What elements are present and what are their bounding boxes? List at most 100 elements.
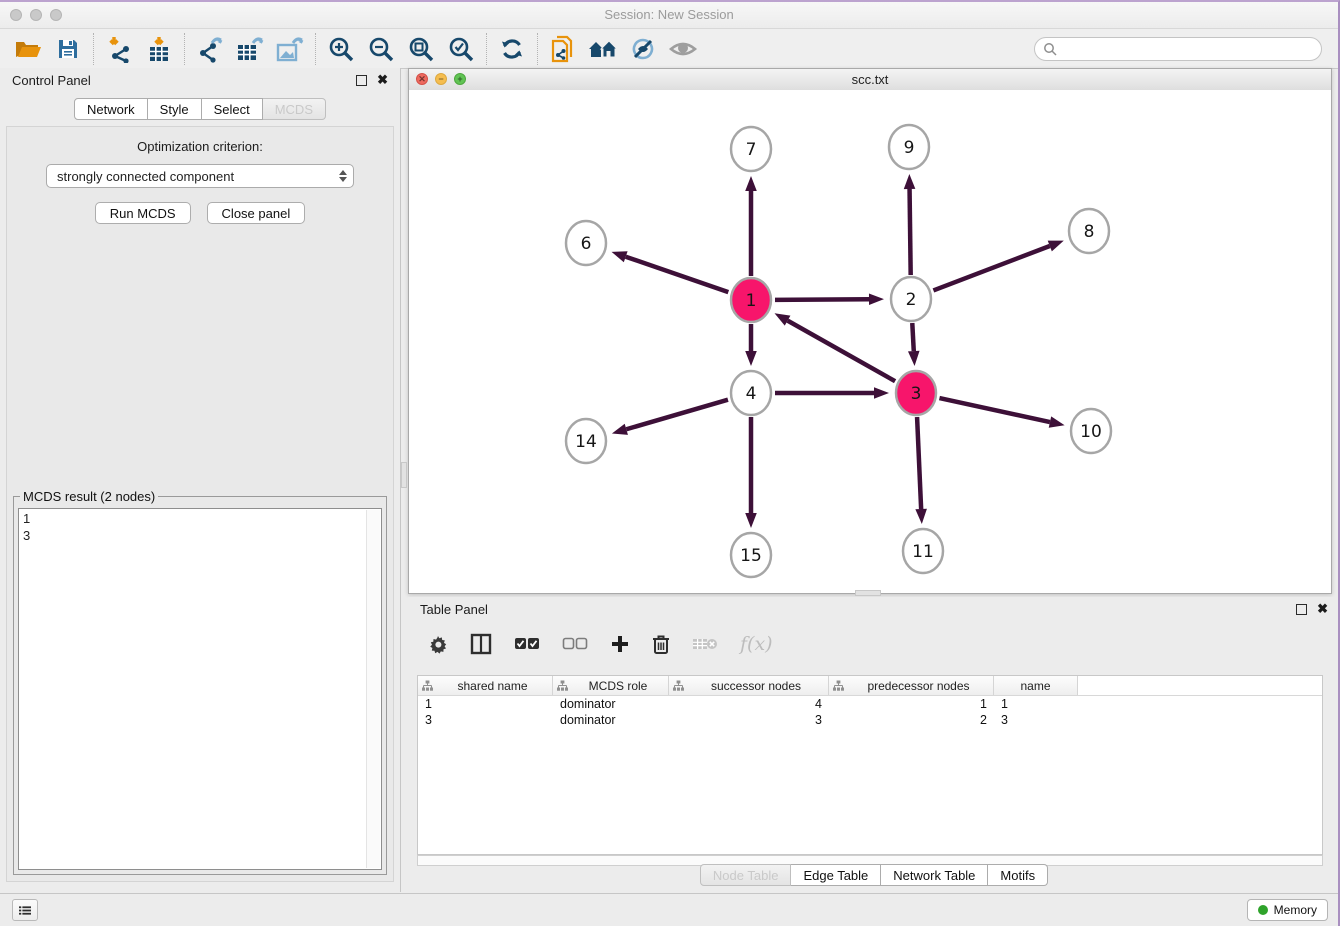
- deselect-all-button[interactable]: [562, 637, 588, 651]
- close-panel-button[interactable]: Close panel: [207, 202, 306, 224]
- tab-motifs[interactable]: Motifs: [988, 864, 1048, 886]
- table-cell[interactable]: 2: [829, 712, 994, 728]
- edge-2-9[interactable]: [904, 174, 916, 275]
- table-cell[interactable]: 1: [418, 696, 553, 712]
- graph-node-10[interactable]: 10: [1071, 409, 1111, 453]
- zoom-fit-button[interactable]: [401, 32, 441, 66]
- graph-node-8[interactable]: 8: [1069, 209, 1109, 253]
- table-row[interactable]: 3dominator323: [418, 712, 1322, 728]
- network-document-icon: [549, 34, 577, 64]
- close-panel-icon[interactable]: ✖: [377, 74, 388, 86]
- graph-node-4[interactable]: 4: [731, 371, 771, 415]
- session-title: Session: New Session: [0, 7, 1338, 22]
- table-cell[interactable]: 3: [418, 712, 553, 728]
- task-history-button[interactable]: [12, 899, 38, 921]
- import-network-button[interactable]: [99, 32, 139, 66]
- deselect-all-icon: [562, 637, 588, 651]
- tab-network-table[interactable]: Network Table: [881, 864, 988, 886]
- tab-edge-table[interactable]: Edge Table: [791, 864, 881, 886]
- edge-4-3[interactable]: [775, 387, 889, 399]
- show-column-button[interactable]: [470, 633, 492, 655]
- edge-2-8[interactable]: [933, 241, 1063, 291]
- import-table-button[interactable]: [139, 32, 179, 66]
- graph-node-9[interactable]: 9: [889, 125, 929, 169]
- search-input[interactable]: [1057, 41, 1313, 57]
- edge-1-7[interactable]: [745, 176, 757, 276]
- table-options-button[interactable]: [428, 634, 448, 654]
- edge-4-14[interactable]: [612, 400, 728, 435]
- vertical-split-handle[interactable]: [401, 462, 407, 488]
- graph-node-7[interactable]: 7: [731, 127, 771, 171]
- graph-node-1[interactable]: 1: [731, 278, 771, 322]
- tab-style[interactable]: Style: [148, 98, 202, 120]
- apply-layout-button[interactable]: [492, 32, 532, 66]
- column-header-successor-nodes[interactable]: successor nodes: [669, 676, 829, 695]
- save-session-button[interactable]: [48, 32, 88, 66]
- zoom-fit-icon: [407, 35, 435, 63]
- mcds-panel: Optimization criterion: strongly connect…: [6, 126, 394, 882]
- edge-3-1[interactable]: [775, 313, 896, 381]
- svg-text:2: 2: [906, 290, 917, 310]
- edge-1-2[interactable]: [775, 293, 884, 305]
- edge-2-3[interactable]: [908, 323, 920, 366]
- zoom-selected-button[interactable]: [441, 32, 481, 66]
- table-cell[interactable]: dominator: [553, 696, 669, 712]
- graph-node-6[interactable]: 6: [566, 221, 606, 265]
- svg-text:11: 11: [912, 542, 934, 562]
- run-mcds-button[interactable]: Run MCDS: [95, 202, 191, 224]
- tab-network[interactable]: Network: [74, 98, 148, 120]
- edge-3-10[interactable]: [939, 398, 1064, 428]
- graph-node-2[interactable]: 2: [891, 277, 931, 321]
- new-network-from-selection-button[interactable]: [543, 32, 583, 66]
- first-neighbors-button[interactable]: [583, 32, 623, 66]
- table-cell[interactable]: 3: [669, 712, 829, 728]
- table-cell[interactable]: 3: [994, 712, 1078, 728]
- edge-4-15[interactable]: [745, 417, 757, 528]
- edge-1-6[interactable]: [612, 251, 729, 292]
- add-row-button[interactable]: [610, 634, 630, 654]
- zoom-in-button[interactable]: [321, 32, 361, 66]
- result-scrollbar[interactable]: [366, 510, 380, 868]
- horizontal-split-handle[interactable]: [855, 590, 881, 596]
- table-cell[interactable]: dominator: [553, 712, 669, 728]
- column-header-shared-name[interactable]: shared name: [418, 676, 553, 695]
- export-image-button[interactable]: [270, 32, 310, 66]
- table-cell[interactable]: 1: [829, 696, 994, 712]
- hide-graphics-details-button[interactable]: [623, 32, 663, 66]
- column-header-predecessor-nodes[interactable]: predecessor nodes: [829, 676, 994, 695]
- mcds-result-title: MCDS result (2 nodes): [20, 489, 158, 504]
- memory-button[interactable]: Memory: [1247, 899, 1328, 921]
- column-header-name[interactable]: name: [994, 676, 1078, 695]
- sort-hierarchy-icon: [557, 680, 568, 692]
- float-panel-icon[interactable]: [356, 75, 367, 86]
- criterion-select[interactable]: strongly connected component: [46, 164, 354, 188]
- open-session-button[interactable]: [8, 32, 48, 66]
- network-canvas[interactable]: 7 9 6 8 1 2 4 3 14 10 15 11: [409, 90, 1331, 593]
- show-graphics-details-button[interactable]: [663, 32, 703, 66]
- delete-row-button[interactable]: [652, 634, 670, 655]
- search-field[interactable]: [1034, 37, 1322, 61]
- table-cell[interactable]: 4: [669, 696, 829, 712]
- tab-select[interactable]: Select: [202, 98, 263, 120]
- export-network-button[interactable]: [190, 32, 230, 66]
- table-cell[interactable]: 1: [994, 696, 1078, 712]
- graph-node-15[interactable]: 15: [731, 533, 771, 577]
- table-row[interactable]: 1dominator411: [418, 696, 1322, 712]
- network-window-titlebar[interactable]: ✕ − + scc.txt: [409, 69, 1331, 91]
- mcds-result-textarea[interactable]: 13: [18, 508, 382, 870]
- edge-1-4[interactable]: [745, 324, 757, 366]
- export-table-button[interactable]: [230, 32, 270, 66]
- edge-3-11[interactable]: [915, 417, 927, 524]
- graph-node-3[interactable]: 3: [896, 371, 936, 415]
- graph-node-14[interactable]: 14: [566, 419, 606, 463]
- tab-mcds[interactable]: MCDS: [263, 98, 326, 120]
- graph-node-11[interactable]: 11: [903, 529, 943, 573]
- float-table-panel-icon[interactable]: [1296, 604, 1307, 615]
- close-table-panel-icon[interactable]: ✖: [1317, 603, 1328, 615]
- function-builder-button-disabled: f(x): [740, 633, 773, 655]
- graph-svg: 7 9 6 8 1 2 4 3 14 10 15 11: [409, 90, 1331, 593]
- column-header-MCDS-role[interactable]: MCDS role: [553, 676, 669, 695]
- select-all-button[interactable]: [514, 637, 540, 651]
- zoom-out-button[interactable]: [361, 32, 401, 66]
- tab-node-table[interactable]: Node Table: [700, 864, 792, 886]
